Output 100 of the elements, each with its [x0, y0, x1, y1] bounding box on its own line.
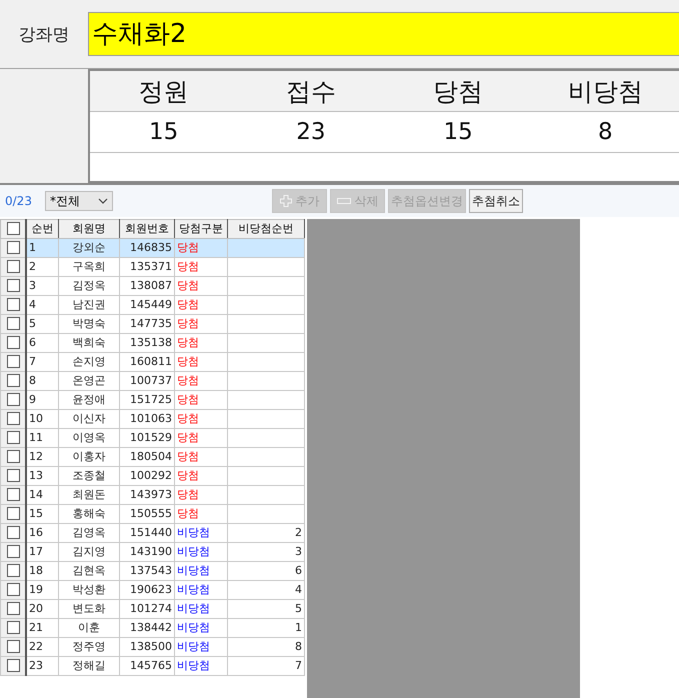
checkbox[interactable]	[6, 488, 20, 502]
summary-value: 15	[148, 119, 180, 145]
table-row[interactable]: 21 이훈 138442 비당첨 1	[0, 618, 304, 638]
checkbox[interactable]	[6, 355, 20, 368]
table-cell: 101529	[130, 431, 172, 444]
table-row[interactable]: 20 변도화 101274 비당첨 5	[0, 600, 304, 618]
checkbox[interactable]	[6, 507, 20, 520]
table-cell: 135371	[130, 260, 172, 273]
table-row[interactable]: 2 구옥희 135371 당첨	[0, 258, 304, 276]
column-header[interactable]: 당첨구분	[174, 220, 228, 238]
checkbox[interactable]	[6, 450, 20, 464]
table-cell: 박성환	[72, 583, 106, 596]
checkbox[interactable]	[6, 621, 20, 634]
table-row[interactable]: 15 홍해숙 150555 당첨	[0, 504, 304, 524]
table-cell: 정해길	[72, 659, 106, 672]
table-cell: 비당첨	[177, 545, 210, 558]
checkbox[interactable]	[6, 241, 20, 254]
table-cell: 23	[29, 659, 43, 672]
table-cell: 김지영	[72, 545, 106, 558]
table-row[interactable]: 11 이영옥 101529 당첨	[0, 428, 304, 448]
table-cell: 101274	[130, 602, 172, 615]
column-header[interactable]: 순번	[26, 220, 58, 238]
table-cell: 6	[295, 564, 302, 577]
table-row[interactable]: 7 손지영 160811 당첨	[0, 352, 304, 372]
checkbox[interactable]	[6, 564, 20, 578]
table-cell: 이영옥	[72, 431, 106, 444]
table-cell: 정주영	[72, 640, 106, 653]
table-row[interactable]: 9 윤정애 151725 당첨	[0, 390, 304, 410]
table-cell: 비당첨	[177, 621, 210, 634]
table-row[interactable]: 1 강외순 146835 당첨	[0, 238, 304, 258]
checkbox[interactable]	[6, 602, 20, 616]
table-cell: 당첨	[177, 431, 199, 444]
table-cell: 137543	[130, 564, 172, 577]
table-cell: 14	[29, 488, 43, 501]
course-label: 강좌명	[18, 24, 70, 46]
course-name-field[interactable]: 수채화2	[88, 12, 679, 56]
checkbox[interactable]	[6, 279, 20, 292]
table-row[interactable]: 22 정주영 138500 비당첨 8	[0, 638, 304, 656]
table-row[interactable]: 18 김현옥 137543 비당첨 6	[0, 562, 304, 580]
table-row[interactable]: 3 김정옥 138087 당첨	[0, 276, 304, 296]
table-cell: 8	[295, 640, 302, 653]
table-cell: 홍해숙	[72, 507, 106, 520]
table-cell: 당첨	[177, 412, 199, 425]
table-cell: 100737	[130, 374, 172, 387]
checkbox[interactable]	[6, 526, 20, 540]
table-cell: 2	[295, 526, 302, 539]
table-row[interactable]: 14 최원돈 143973 당첨	[0, 486, 304, 504]
filter-dropdown[interactable]: *전체	[45, 191, 113, 211]
checkbox[interactable]	[6, 583, 20, 596]
table-cell: 147735	[130, 317, 172, 330]
checkbox[interactable]	[6, 336, 20, 350]
table-cell: 6	[29, 336, 36, 349]
table-cell: 당첨	[177, 279, 199, 292]
column-header[interactable]: 비당첨순번	[228, 220, 304, 238]
checkbox[interactable]	[6, 393, 20, 406]
table-cell: 151725	[130, 393, 172, 406]
table-row[interactable]: 5 박명숙 147735 당첨	[0, 314, 304, 334]
table-row[interactable]: 16 김영옥 151440 비당첨 2	[0, 524, 304, 542]
checkbox[interactable]	[6, 659, 20, 672]
checkbox[interactable]	[6, 298, 20, 312]
table-row[interactable]: 19 박성환 190623 비당첨 4	[0, 580, 304, 600]
column-header[interactable]: 회원번호	[120, 220, 174, 238]
table-cell: 온영곤	[72, 374, 106, 387]
table-cell: 비당첨	[177, 564, 210, 577]
table-cell: 190623	[130, 583, 172, 596]
table-cell: 143973	[130, 488, 172, 501]
summary-value: 15	[442, 119, 474, 145]
table-row[interactable]: 10 이신자 101063 당첨	[0, 410, 304, 428]
checkbox[interactable]	[6, 260, 20, 274]
table-row[interactable]: 13 조종철 100292 당첨	[0, 466, 304, 486]
table-row[interactable]: 12 이홍자 180504 당첨	[0, 448, 304, 466]
table-cell: 146835	[130, 241, 172, 254]
summary-header: 비당첨	[566, 76, 644, 108]
table-cell: 1	[295, 621, 302, 634]
table-cell: 당첨	[177, 469, 199, 482]
checkbox[interactable]	[6, 317, 20, 330]
checkbox[interactable]	[6, 412, 20, 426]
table-cell: 조종철	[72, 469, 106, 482]
checkbox[interactable]	[6, 469, 20, 482]
table-cell: 3	[29, 279, 36, 292]
table-row[interactable]: 17 김지영 143190 비당첨 3	[0, 542, 304, 562]
table-row[interactable]: 23 정해길 145765 비당첨 7	[0, 656, 304, 676]
table-cell: 당첨	[177, 241, 199, 254]
table-cell: 101063	[130, 412, 172, 425]
column-header[interactable]: 회원명	[58, 220, 120, 238]
checkbox[interactable]	[6, 545, 20, 558]
table-cell: 변도화	[72, 602, 106, 615]
table-cell: 100292	[130, 469, 172, 482]
table-cell: 138442	[130, 621, 172, 634]
table-cell: 138500	[130, 640, 172, 653]
toolbar-button[interactable]: 추첨취소	[469, 189, 523, 213]
table-cell: 강외순	[72, 241, 106, 254]
checkbox[interactable]	[6, 374, 20, 388]
table-cell: 당첨	[177, 298, 199, 311]
checkbox[interactable]	[6, 222, 20, 236]
checkbox[interactable]	[6, 640, 20, 654]
table-row[interactable]: 4 남진권 145449 당첨	[0, 296, 304, 314]
table-row[interactable]: 8 온영곤 100737 당첨	[0, 372, 304, 390]
checkbox[interactable]	[6, 431, 20, 444]
table-row[interactable]: 6 백희숙 135138 당첨	[0, 334, 304, 352]
